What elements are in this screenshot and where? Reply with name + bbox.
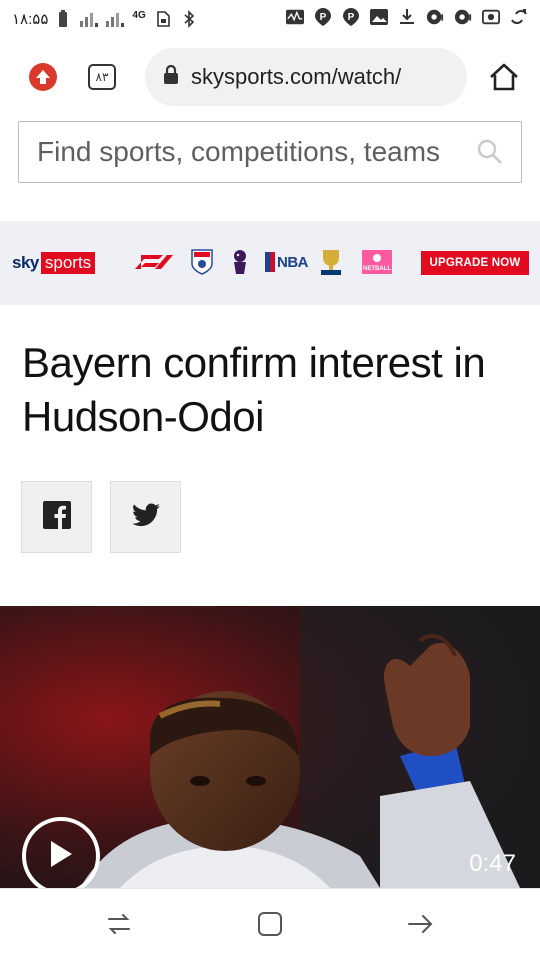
f1-logo[interactable]: [135, 255, 175, 274]
bluetooth-icon: [180, 10, 198, 28]
cast-icon: [482, 8, 500, 26]
back-arrow-icon: [407, 913, 435, 940]
activity-icon: [286, 8, 304, 26]
address-bar[interactable]: skysports.com/watch/: [145, 48, 467, 106]
browser-toolbar: ۸۳ skysports.com/watch/: [0, 38, 540, 120]
update-button[interactable]: [28, 62, 58, 97]
sync-icon: [510, 8, 528, 26]
play-button[interactable]: [22, 817, 100, 888]
home-button[interactable]: [488, 62, 520, 97]
url-text: skysports.com/watch/: [191, 64, 402, 89]
facebook-icon: [42, 500, 71, 534]
svg-text:P: P: [348, 12, 355, 23]
recent-apps-button[interactable]: [104, 911, 134, 941]
network-type-label: 4G: [132, 9, 146, 21]
nba-label: NBA: [277, 253, 309, 271]
premier-league-logo[interactable]: [230, 248, 250, 281]
twitter-icon: [131, 502, 160, 532]
logo-sky-text: sky: [12, 253, 39, 272]
home-icon: [488, 62, 520, 97]
parking-icon: P: [342, 8, 360, 26]
tab-count: ۸۳: [95, 70, 109, 84]
ryder-cup-logo[interactable]: [318, 248, 344, 281]
system-navigation-bar: [0, 888, 540, 960]
tab-switcher-button[interactable]: ۸۳: [88, 64, 116, 90]
site-search-box: [18, 121, 522, 183]
parking-icon: P: [314, 8, 332, 26]
netball-label: NETBALL: [363, 266, 391, 272]
share-facebook-button[interactable]: [21, 481, 92, 553]
phone-screen: ۱۸:۵۵ 4G P P ۸۳ skysports.com/watch/ Fin…: [0, 0, 540, 960]
sim-icon: [154, 10, 172, 28]
status-time: ۱۸:۵۵: [12, 11, 49, 28]
play-icon: [48, 839, 74, 874]
status-icons-left: 4G: [54, 10, 197, 28]
netball-logo[interactable]: NETBALL: [362, 250, 392, 279]
svg-text:P: P: [320, 12, 327, 23]
download-icon: [398, 8, 416, 26]
image-icon: [370, 8, 388, 26]
arrow-up-icon: [28, 62, 58, 97]
lock-icon: [163, 64, 179, 90]
battery-icon: [54, 10, 72, 28]
chat-icon: [454, 8, 472, 26]
signal-icon: [80, 10, 99, 28]
recent-apps-icon: [105, 911, 133, 942]
upgrade-now-button[interactable]: UPGRADE NOW: [421, 251, 529, 275]
status-icons-right: P P: [286, 8, 528, 26]
article-headline: Bayern confirm interest in Hudson-Odoi: [22, 339, 486, 440]
search-input[interactable]: [37, 136, 477, 168]
back-nav-button[interactable]: [406, 911, 436, 941]
status-bar: ۱۸:۵۵ 4G P P: [0, 0, 540, 38]
efl-logo[interactable]: [191, 249, 213, 280]
video-duration: 0:47: [469, 850, 516, 877]
nba-logo[interactable]: NBA: [265, 252, 309, 272]
signal-icon: [106, 10, 125, 28]
chat-icon: [426, 8, 444, 26]
share-twitter-button[interactable]: [110, 481, 181, 553]
sky-sports-logo[interactable]: sky sports: [12, 252, 96, 274]
home-square-icon: [257, 911, 283, 942]
video-player[interactable]: 0:47: [0, 606, 540, 888]
home-nav-button[interactable]: [255, 911, 285, 941]
logo-sports-text: sports: [40, 252, 96, 274]
search-icon[interactable]: [477, 139, 503, 170]
